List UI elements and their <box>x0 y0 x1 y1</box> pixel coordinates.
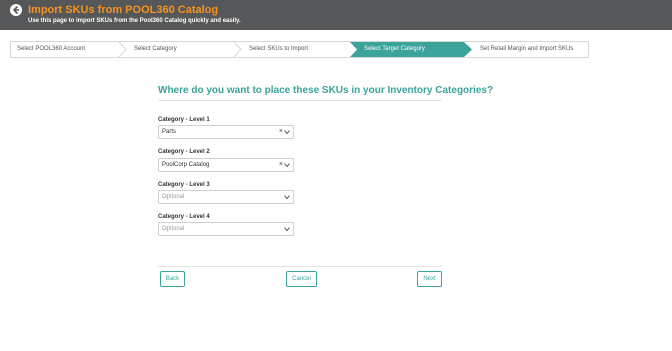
footer-divider <box>158 266 442 267</box>
chevron-down-icon[interactable] <box>284 226 290 232</box>
step-separator <box>118 42 127 57</box>
category-level-3-label: Category - Level 3 <box>158 182 210 188</box>
step-select-category[interactable]: Select Category <box>134 42 177 57</box>
category-level-1-label: Category - Level 1 <box>158 117 210 123</box>
category-level-1-value: Parts <box>162 129 177 135</box>
back-button[interactable]: Back <box>160 271 185 287</box>
clear-icon[interactable]: × <box>279 126 283 138</box>
step-separator <box>233 42 242 57</box>
next-button[interactable]: Next <box>417 271 442 287</box>
category-level-2-select[interactable]: PoolCorp Catalog × <box>158 158 294 172</box>
category-level-4-select[interactable]: Optional <box>158 222 294 236</box>
clear-icon[interactable]: × <box>279 159 283 171</box>
page-header: Import SKUs from POOL360 Catalog Use thi… <box>0 0 672 30</box>
step-select-skus[interactable]: Select SKUs to Import <box>249 42 308 57</box>
category-level-2-value: PoolCorp Catalog <box>162 162 210 168</box>
step-select-account[interactable]: Select POOL360 Account <box>17 42 85 57</box>
section-heading: Where do you want to place these SKUs in… <box>158 85 494 96</box>
category-level-3-select[interactable]: Optional <box>158 190 294 204</box>
category-level-4-placeholder: Optional <box>162 226 185 232</box>
page-subtitle: Use this page to import SKUs from the Po… <box>28 18 241 24</box>
category-level-1-select[interactable]: Parts × <box>158 125 294 139</box>
step-set-retail-margin[interactable]: Set Retail Margin and Import SKUs <box>480 42 573 57</box>
category-level-2-label: Category - Level 2 <box>158 149 210 155</box>
cancel-button[interactable]: Cancel <box>286 271 317 287</box>
chevron-down-icon[interactable] <box>284 162 290 168</box>
page-title: Import SKUs from POOL360 Catalog <box>28 4 219 16</box>
category-level-3-placeholder: Optional <box>162 194 185 200</box>
chevron-down-icon[interactable] <box>284 129 290 135</box>
chevron-down-icon[interactable] <box>284 194 290 200</box>
category-level-4-label: Category - Level 4 <box>158 214 210 220</box>
back-arrow-circle-icon[interactable] <box>10 4 22 16</box>
wizard-steps: Select POOL360 Account Select Category S… <box>10 41 589 58</box>
step-select-target-category[interactable]: Select Target Category <box>364 42 425 57</box>
heading-divider <box>158 100 442 101</box>
